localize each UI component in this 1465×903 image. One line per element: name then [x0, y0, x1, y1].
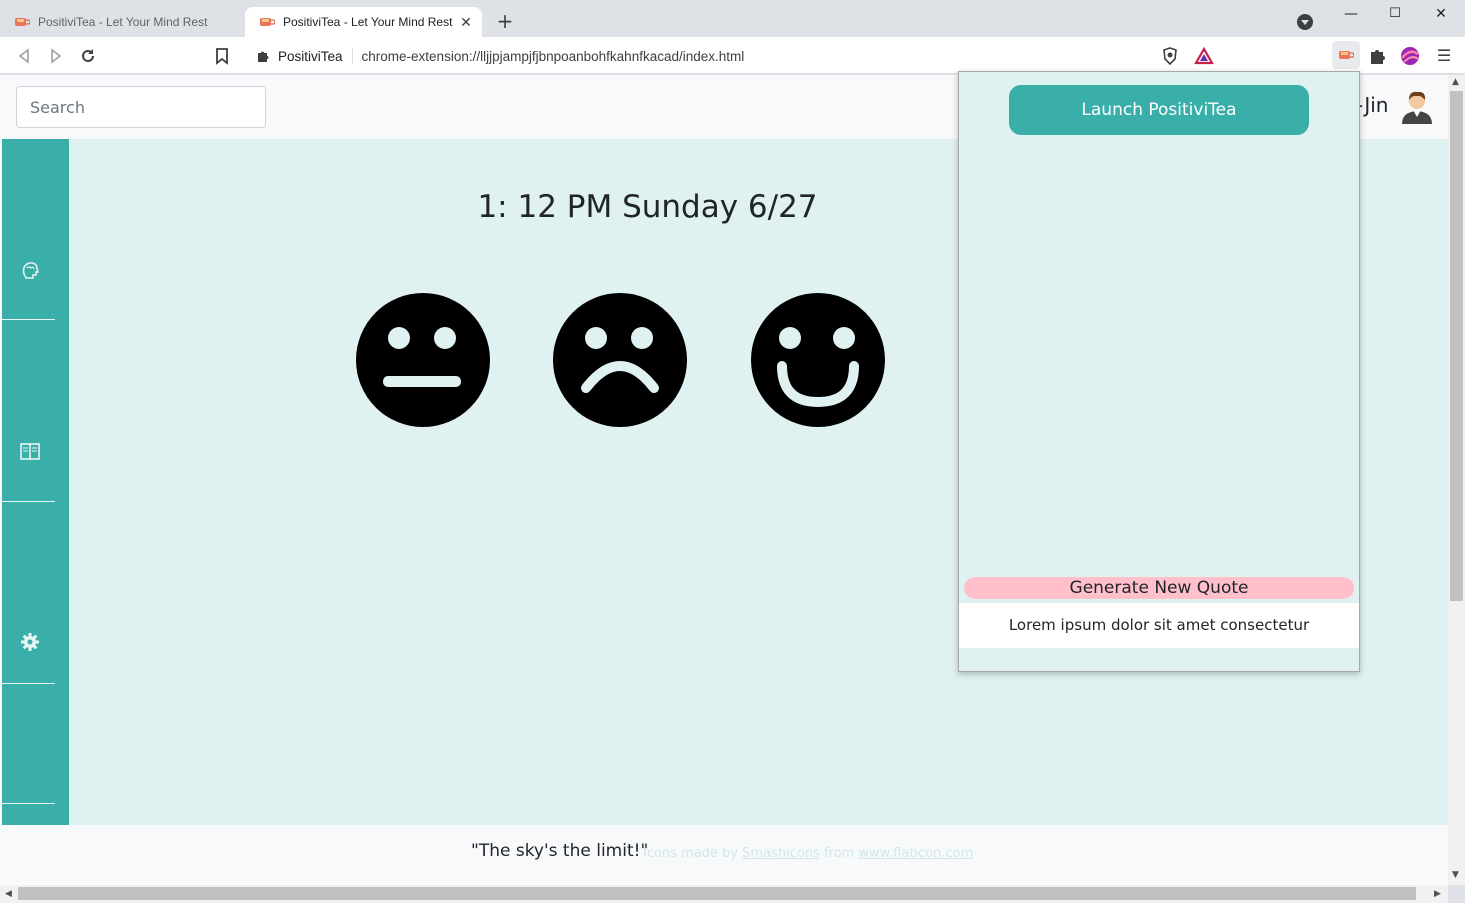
tab-search-icon[interactable]	[1297, 14, 1313, 30]
tab-strip: PositiviTea - Let Your Mind Rest Positiv…	[0, 0, 1465, 37]
bookmark-icon[interactable]	[212, 46, 232, 66]
sad-face-icon[interactable]	[552, 292, 688, 428]
tea-cup-icon	[1339, 51, 1354, 59]
browser-window: PositiviTea - Let Your Mind Rest Positiv…	[0, 0, 1465, 903]
footer-quote: "The sky's the limit!"	[471, 841, 649, 861]
omnibox-separator	[351, 48, 353, 64]
tab-title: PositiviTea - Let Your Mind Rest	[283, 15, 453, 29]
forward-icon[interactable]	[46, 46, 66, 66]
vertical-scroll-thumb[interactable]	[1450, 91, 1463, 601]
omnibox-url: chrome-extension://lljjpjampjfjbnpoanboh…	[361, 48, 745, 64]
username-label: -Jin	[1356, 93, 1389, 117]
sidebar	[2, 139, 69, 825]
sidebar-item-journal[interactable]	[2, 321, 55, 502]
maximize-icon[interactable]: ☐	[1380, 4, 1410, 24]
icon-credit: Icons made by Smashicons from www.flatic…	[643, 846, 973, 861]
neutral-face-icon[interactable]	[355, 292, 491, 428]
generate-quote-button[interactable]: Generate New Quote	[964, 577, 1354, 599]
omnibox-site-label: PositiviTea	[278, 48, 343, 64]
browser-toolbar: PositiviTea chrome-extension://lljjpjamp…	[0, 37, 1465, 74]
sidebar-item-empty	[2, 685, 55, 804]
scroll-left-icon[interactable]: ◀	[5, 889, 12, 899]
tab-title: PositiviTea - Let Your Mind Rest	[38, 15, 208, 29]
scroll-right-icon[interactable]: ▶	[1434, 889, 1441, 899]
puzzle-icon	[258, 51, 269, 62]
horizontal-scrollbar[interactable]: ◀ ▶	[0, 885, 1448, 903]
scroll-down-icon[interactable]: ▼	[1452, 870, 1459, 880]
close-window-icon[interactable]: ✕	[1426, 4, 1456, 24]
tea-cup-icon	[260, 18, 275, 26]
credit-prefix: Icons made by	[643, 846, 743, 861]
search-input[interactable]	[16, 86, 266, 128]
minimize-icon[interactable]: —	[1336, 4, 1366, 24]
page-footer: "The sky's the limit!" Icons made by Sma…	[0, 825, 1448, 885]
extension-popup: Launch PositiviTea Generate New Quote Lo…	[958, 71, 1360, 672]
flaticon-link[interactable]: www.flaticon.com	[858, 846, 973, 861]
launch-button[interactable]: Launch PositiviTea	[1009, 85, 1309, 135]
reload-icon[interactable]	[78, 46, 98, 66]
scroll-up-icon[interactable]: ▲	[1452, 77, 1459, 87]
sidebar-item-settings[interactable]	[2, 503, 55, 684]
sidebar-item-mind[interactable]	[2, 139, 55, 320]
back-icon[interactable]	[14, 46, 34, 66]
horizontal-scroll-thumb[interactable]	[18, 887, 1416, 900]
smashicons-link[interactable]: Smashicons	[742, 846, 820, 861]
new-tab-button[interactable]: +	[494, 10, 516, 32]
menu-icon[interactable]: ☰	[1434, 46, 1454, 66]
close-tab-icon[interactable]: ✕	[458, 14, 474, 30]
credit-mid: from	[819, 846, 859, 861]
tab-inactive[interactable]: PositiviTea - Let Your Mind Rest	[0, 7, 237, 37]
journal-book-icon	[20, 443, 40, 460]
popup-quote-text: Lorem ipsum dolor sit amet consectetur	[959, 603, 1359, 648]
tea-cup-icon	[15, 18, 30, 26]
positivitea-extension-button[interactable]	[1332, 41, 1360, 69]
tab-active[interactable]: PositiviTea - Let Your Mind Rest ✕	[245, 7, 482, 37]
happy-face-icon[interactable]	[750, 292, 886, 428]
profile-avatar-icon[interactable]	[1400, 46, 1420, 66]
vertical-scrollbar[interactable]: ▲ ▼	[1448, 75, 1465, 885]
omnibox[interactable]: PositiviTea chrome-extension://lljjpjamp…	[244, 41, 1222, 71]
brave-rewards-icon[interactable]	[1194, 46, 1214, 66]
brave-shield-icon[interactable]	[1160, 46, 1180, 66]
gear-icon	[21, 633, 39, 651]
user-avatar-icon[interactable]	[1399, 88, 1435, 124]
brain-head-icon	[22, 262, 40, 279]
extensions-puzzle-icon[interactable]	[1368, 46, 1388, 66]
